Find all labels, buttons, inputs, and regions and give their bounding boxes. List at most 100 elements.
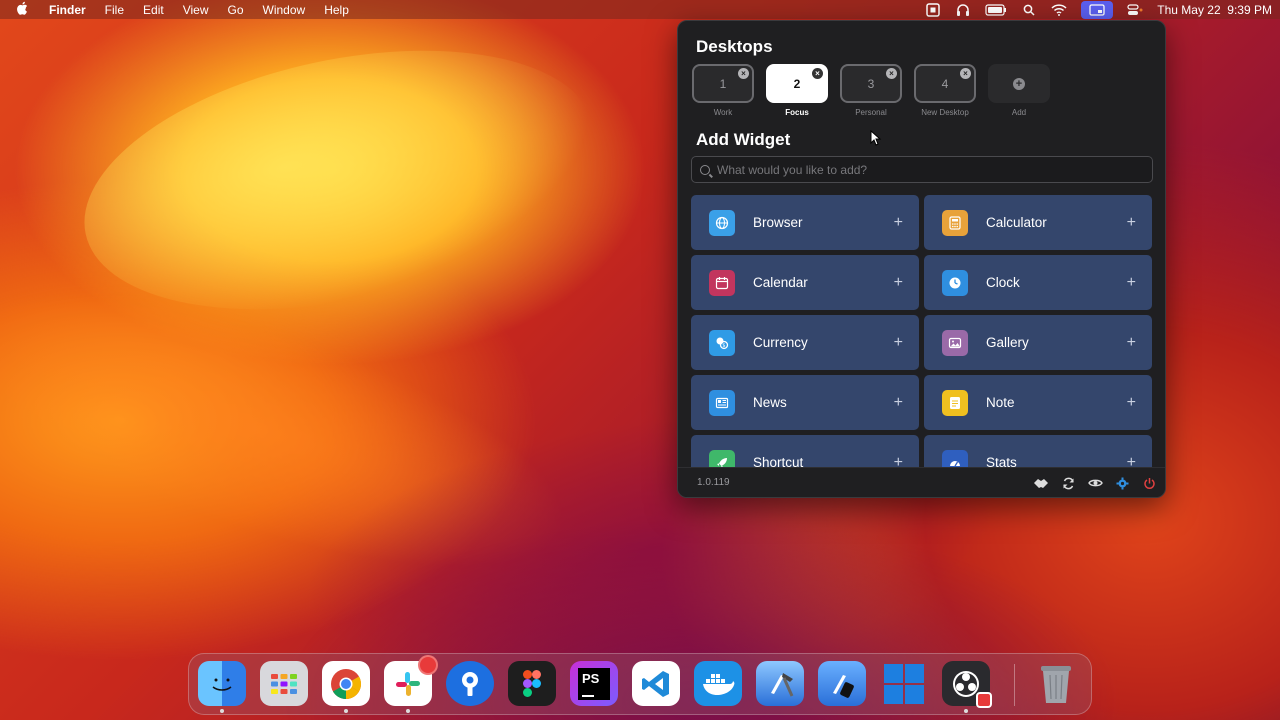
stats-icon	[942, 449, 968, 468]
finder-app[interactable]	[198, 661, 246, 713]
desktop-label: Personal	[855, 108, 887, 117]
version-label: 1.0.119	[697, 477, 730, 488]
close-icon[interactable]: ×	[886, 68, 897, 79]
widget-shortcut[interactable]: Shortcut +	[691, 435, 919, 468]
desktop-thumbnail[interactable]: 3 ×	[840, 64, 902, 103]
add-desktop-button[interactable]: + Add	[988, 64, 1050, 117]
windows-app[interactable]	[880, 661, 928, 706]
add-icon[interactable]: +	[1127, 394, 1136, 412]
add-icon[interactable]: +	[894, 334, 903, 352]
add-icon[interactable]: +	[894, 394, 903, 412]
refresh-icon[interactable]	[1060, 475, 1076, 491]
search-icon[interactable]	[1021, 3, 1037, 17]
close-icon[interactable]: ×	[738, 68, 749, 79]
headphones-icon[interactable]	[955, 3, 971, 17]
dock: PS	[188, 653, 1092, 715]
currency-icon: $	[709, 329, 735, 356]
desktop-label: Focus	[785, 108, 809, 117]
widget-news[interactable]: News +	[691, 375, 919, 430]
plus-circle-icon: +	[1013, 77, 1025, 90]
desktop-thumbnail[interactable]: 1 ×	[692, 64, 754, 103]
obs-app[interactable]	[942, 661, 992, 713]
eye-icon[interactable]	[1087, 475, 1103, 491]
docker-app[interactable]	[694, 661, 742, 706]
add-icon[interactable]: +	[1127, 274, 1136, 292]
desktops-app-icon[interactable]	[1081, 0, 1114, 19]
running-indicator	[220, 709, 224, 713]
clock-icon	[942, 269, 968, 296]
widget-label: Calculator	[986, 215, 1047, 230]
search-icon	[700, 164, 710, 175]
launchpad-app[interactable]	[260, 661, 308, 706]
handshake-icon[interactable]	[1033, 475, 1049, 491]
desktop-thumbnail[interactable]: 4 ×	[914, 64, 976, 103]
apple-icon[interactable]	[16, 1, 30, 18]
add-icon[interactable]: +	[894, 274, 903, 292]
desktop-label: New Desktop	[921, 108, 969, 117]
desktop-thumbnail[interactable]: 2 ×	[766, 64, 828, 103]
close-icon[interactable]: ×	[960, 68, 971, 79]
simulator-app[interactable]	[818, 661, 866, 706]
control-center-icon[interactable]	[1127, 3, 1143, 17]
note-icon	[942, 389, 968, 416]
menu-app-name[interactable]: Finder	[49, 3, 86, 17]
desktop-item-work[interactable]: 1 × Work	[692, 64, 754, 117]
widget-gallery[interactable]: Gallery +	[924, 315, 1152, 370]
add-icon[interactable]: +	[1127, 334, 1136, 352]
widget-note[interactable]: Note +	[924, 375, 1152, 430]
globe-icon	[709, 209, 735, 236]
gear-icon[interactable]	[1114, 475, 1130, 491]
battery-icon[interactable]	[985, 3, 1007, 17]
widget-calendar[interactable]: Calendar +	[691, 255, 919, 310]
desktops-panel: Desktops 1 × Work 2 × Focus 3 × Personal	[677, 20, 1166, 498]
rocket-icon	[709, 449, 735, 468]
chrome-app[interactable]	[322, 661, 370, 713]
running-indicator	[344, 709, 348, 713]
vscode-app[interactable]	[632, 661, 680, 706]
widget-search-input[interactable]	[717, 162, 1137, 177]
svg-text:$: $	[722, 343, 725, 349]
figma-app[interactable]	[508, 661, 556, 706]
add-desktop-tile[interactable]: +	[988, 64, 1050, 103]
widget-currency[interactable]: $ Currency +	[691, 315, 919, 370]
widget-stats[interactable]: Stats +	[924, 435, 1152, 468]
widget-label: Currency	[753, 335, 808, 350]
close-icon[interactable]: ×	[812, 68, 823, 79]
phpstorm-app[interactable]: PS	[570, 661, 618, 706]
add-icon[interactable]: +	[1127, 214, 1136, 232]
sourcetree-app[interactable]	[446, 661, 494, 706]
gallery-icon	[942, 329, 968, 356]
menu-view[interactable]: View	[183, 3, 209, 17]
add-icon[interactable]: +	[894, 214, 903, 232]
widget-browser[interactable]: Browser +	[691, 195, 919, 250]
widget-label: Gallery	[986, 335, 1029, 350]
widget-clock[interactable]: Clock +	[924, 255, 1152, 310]
widget-calculator[interactable]: Calculator +	[924, 195, 1152, 250]
widget-label: Browser	[753, 215, 803, 230]
menu-bar: Finder File Edit View Go Window Help Thu…	[0, 0, 1280, 19]
screen-record-icon[interactable]	[925, 2, 941, 17]
trash-icon[interactable]	[1032, 661, 1080, 706]
menu-help[interactable]: Help	[324, 3, 349, 17]
calculator-icon	[942, 209, 968, 236]
menu-file[interactable]: File	[105, 3, 124, 17]
wifi-icon[interactable]	[1051, 3, 1067, 17]
add-icon[interactable]: +	[894, 454, 903, 469]
xcode-app[interactable]	[756, 661, 804, 706]
menubar-clock[interactable]: Thu May 22 9:39 PM	[1157, 3, 1272, 17]
widget-search[interactable]	[691, 156, 1153, 183]
notification-badge	[418, 655, 438, 675]
desktop-number: 1	[719, 76, 727, 91]
menu-window[interactable]: Window	[263, 3, 306, 17]
desktop-label: Work	[713, 108, 733, 117]
desktop-item-focus[interactable]: 2 × Focus	[766, 64, 828, 117]
slack-app[interactable]	[384, 655, 438, 713]
menu-edit[interactable]: Edit	[143, 3, 164, 17]
desktop-item-new-desktop[interactable]: 4 × New Desktop	[914, 64, 976, 117]
menu-go[interactable]: Go	[228, 3, 244, 17]
add-icon[interactable]: +	[1127, 454, 1136, 469]
power-icon[interactable]	[1141, 475, 1157, 491]
desktop-item-personal[interactable]: 3 × Personal	[840, 64, 902, 117]
widget-label: Calendar	[753, 275, 808, 290]
desktop-number: 2	[793, 76, 801, 91]
